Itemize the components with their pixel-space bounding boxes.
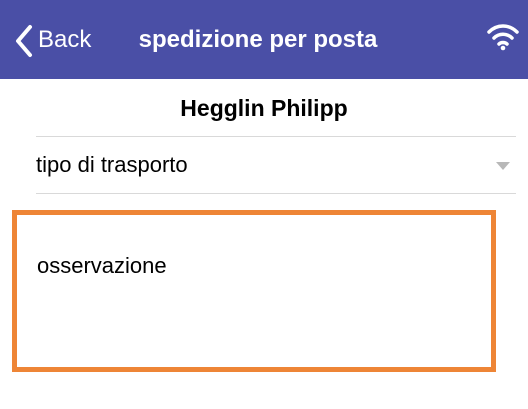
- divider-bottom: [36, 193, 516, 194]
- transport-type-label: tipo di trasporto: [36, 152, 188, 177]
- chevron-down-icon: [496, 162, 510, 170]
- mail-shipping-screen: Back spedizione per posta Hegglin Philip…: [0, 0, 528, 409]
- wifi-icon: [487, 24, 519, 51]
- notes-textarea[interactable]: osservazione: [12, 210, 496, 372]
- notes-placeholder: osservazione: [37, 253, 167, 278]
- person-name: Hegglin Philipp: [180, 94, 348, 121]
- page-title: spedizione per posta: [138, 25, 378, 53]
- transport-type-select[interactable]: tipo di trasporto: [36, 137, 516, 193]
- navigation-bar: Back spedizione per posta: [0, 0, 528, 79]
